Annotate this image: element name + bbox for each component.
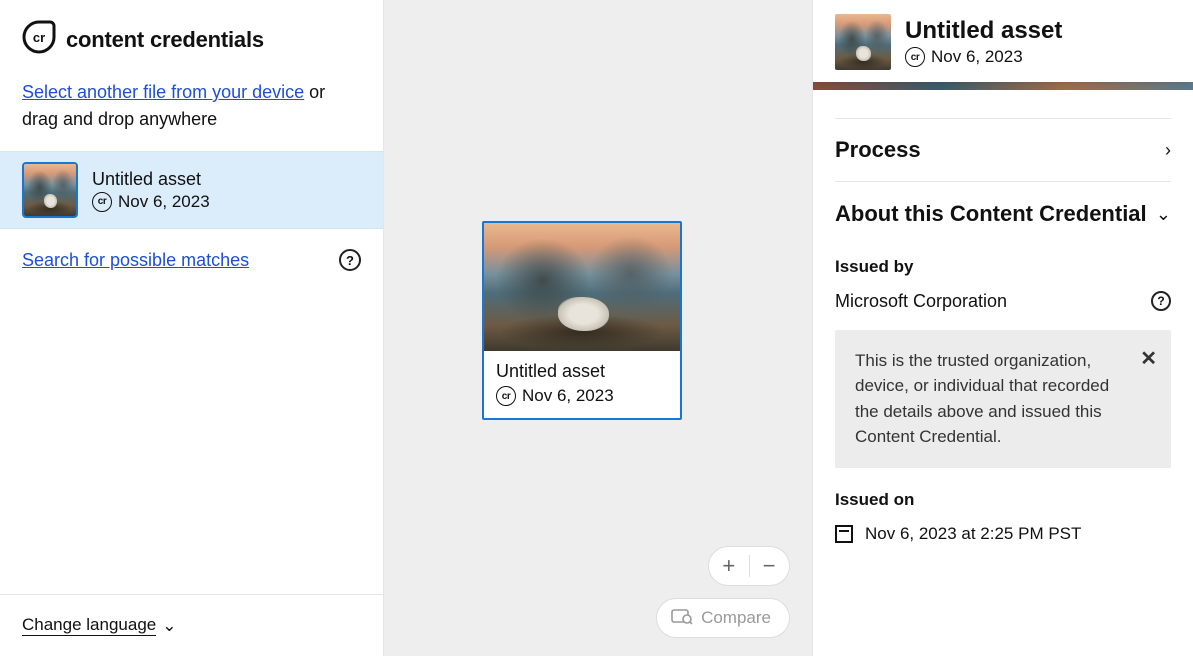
zoom-in-button[interactable]: +: [709, 553, 749, 579]
select-file-link[interactable]: Select another file from your device: [22, 82, 304, 102]
issuer-name: Microsoft Corporation: [835, 291, 1007, 312]
cr-badge-icon: cr: [905, 47, 925, 67]
process-section-toggle[interactable]: Process ›: [835, 118, 1171, 181]
sidebar: cr content credentials Select another fi…: [0, 0, 384, 656]
details-image-strip: [813, 82, 1193, 90]
zoom-control: + −: [708, 546, 790, 586]
svg-text:cr: cr: [33, 30, 45, 45]
compare-icon: [671, 607, 693, 630]
issuer-info-text: This is the trusted organization, device…: [855, 351, 1109, 447]
details-thumbnail: [835, 14, 891, 70]
brand: cr content credentials: [0, 0, 383, 69]
asset-thumbnail: [22, 162, 78, 218]
details-panel: Untitled asset cr Nov 6, 2023 Process › …: [813, 0, 1193, 656]
search-matches-link[interactable]: Search for possible matches: [22, 250, 249, 271]
asset-card-image: [484, 223, 680, 351]
cr-badge-icon: cr: [92, 192, 112, 212]
process-label: Process: [835, 137, 921, 163]
issued-on-label: Issued on: [835, 468, 1171, 524]
issuer-info-box: This is the trusted organization, device…: [835, 330, 1171, 468]
change-language-label: Change language: [22, 615, 156, 636]
help-icon[interactable]: ?: [339, 249, 361, 271]
chevron-down-icon: ⌄: [1156, 204, 1171, 225]
brand-icon: cr: [22, 20, 56, 59]
chevron-right-icon: ›: [1165, 140, 1171, 161]
canvas[interactable]: Untitled asset cr Nov 6, 2023 + − Compar…: [384, 0, 813, 656]
change-language-button[interactable]: Change language ⌄: [0, 594, 383, 656]
close-icon[interactable]: ✕: [1140, 344, 1157, 374]
details-header: Untitled asset cr Nov 6, 2023: [813, 0, 1193, 82]
compare-button[interactable]: Compare: [656, 598, 790, 638]
brand-name: content credentials: [66, 27, 264, 53]
asset-card-date: Nov 6, 2023: [522, 386, 614, 406]
details-date: Nov 6, 2023: [931, 47, 1023, 67]
details-title: Untitled asset: [905, 17, 1062, 45]
asset-title: Untitled asset: [92, 169, 210, 190]
asset-card-title: Untitled asset: [496, 361, 668, 382]
upload-instruction: Select another file from your device or …: [0, 69, 383, 151]
sidebar-asset-item[interactable]: Untitled asset cr Nov 6, 2023: [0, 151, 383, 229]
chevron-down-icon: ⌄: [162, 616, 176, 636]
about-label: About this Content Credential: [835, 200, 1147, 229]
asset-date: Nov 6, 2023: [118, 192, 210, 212]
help-icon[interactable]: ?: [1151, 291, 1171, 311]
compare-label: Compare: [701, 608, 771, 628]
asset-card[interactable]: Untitled asset cr Nov 6, 2023: [482, 221, 682, 420]
about-section-toggle[interactable]: About this Content Credential ⌄: [835, 181, 1171, 247]
cr-badge-icon: cr: [496, 386, 516, 406]
zoom-out-button[interactable]: −: [749, 553, 789, 579]
issued-on-value: Nov 6, 2023 at 2:25 PM PST: [865, 524, 1081, 544]
calendar-icon: [835, 525, 853, 543]
issued-by-label: Issued by: [835, 247, 1171, 291]
